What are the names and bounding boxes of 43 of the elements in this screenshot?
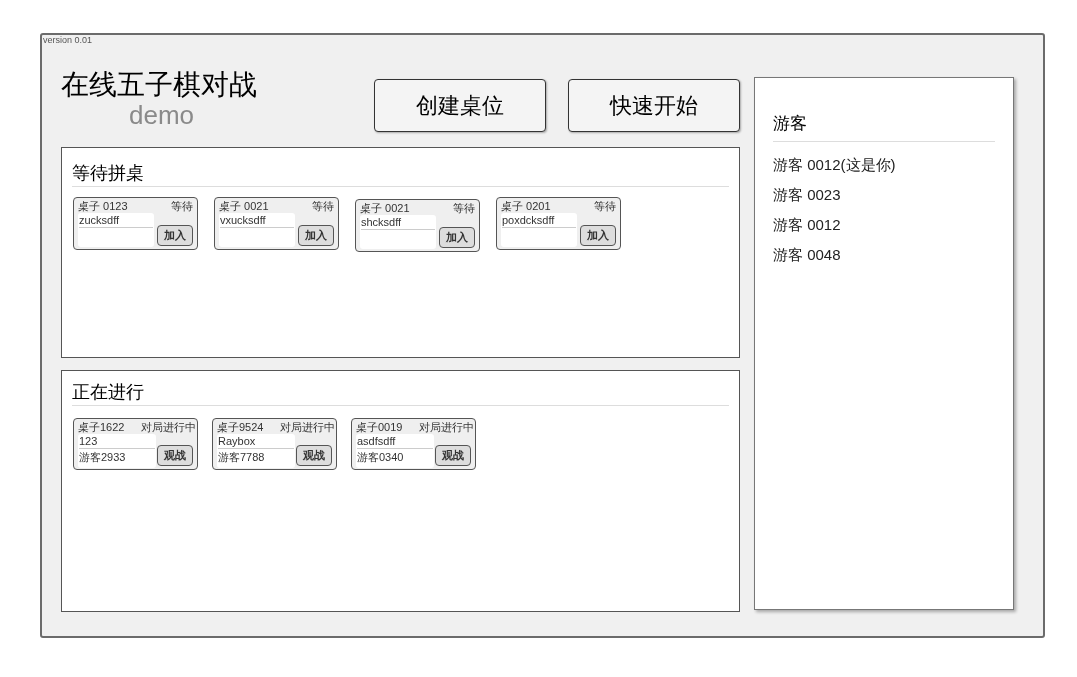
player-name: Raybox — [218, 434, 294, 449]
player-name: 游客2933 — [79, 450, 127, 465]
table-status: 等待 — [312, 199, 334, 213]
panel-heading: 游客 — [773, 111, 995, 142]
action-button[interactable]: 快速开始 — [568, 79, 740, 132]
player-name: 游客7788 — [218, 450, 266, 465]
table-name: 桌子 0201 — [501, 199, 551, 213]
player-name: asdfsdff — [357, 434, 433, 449]
version-label: version 0.01 — [43, 35, 93, 45]
table-status: 等待 — [171, 199, 193, 213]
table-status: 对局进行中 — [280, 420, 335, 434]
app-title: 在线五子棋对战 — [61, 69, 258, 101]
join-button[interactable]: 加入 — [157, 225, 193, 246]
watch-button[interactable]: 观战 — [435, 445, 471, 466]
guest-item: 游客 0048 — [773, 245, 841, 265]
table-name: 桌子 0021 — [360, 201, 410, 215]
table-name: 桌子0019 — [356, 420, 403, 434]
guest-item: 游客 0012(这是你) — [773, 155, 896, 175]
player-name: zucksdff — [79, 213, 153, 228]
join-button[interactable]: 加入 — [439, 227, 475, 248]
panel-heading: 等待拼桌 — [72, 160, 729, 187]
guest-item: 游客 0012 — [773, 215, 841, 235]
player-name: poxdcksdff — [502, 213, 576, 228]
action-button[interactable]: 创建桌位 — [374, 79, 546, 132]
panel-heading: 正在进行 — [72, 379, 729, 406]
table-name: 桌子 0123 — [78, 199, 128, 213]
table-status: 对局进行中 — [141, 420, 196, 434]
table-name: 桌子9524 — [217, 420, 264, 434]
app-subtitle: demo — [129, 101, 195, 129]
table-status: 等待 — [594, 199, 616, 213]
player-name: vxucksdff — [220, 213, 294, 228]
watch-button[interactable]: 观战 — [157, 445, 193, 466]
player-name: 123 — [79, 434, 155, 449]
player-name: 游客0340 — [357, 450, 405, 465]
watch-button[interactable]: 观战 — [296, 445, 332, 466]
guest-item: 游客 0023 — [773, 185, 841, 205]
table-name: 桌子1622 — [78, 420, 125, 434]
player-name: shcksdff — [361, 215, 435, 230]
table-status: 等待 — [453, 201, 475, 215]
join-button[interactable]: 加入 — [580, 225, 616, 246]
table-status: 对局进行中 — [419, 420, 474, 434]
join-button[interactable]: 加入 — [298, 225, 334, 246]
table-name: 桌子 0021 — [219, 199, 269, 213]
